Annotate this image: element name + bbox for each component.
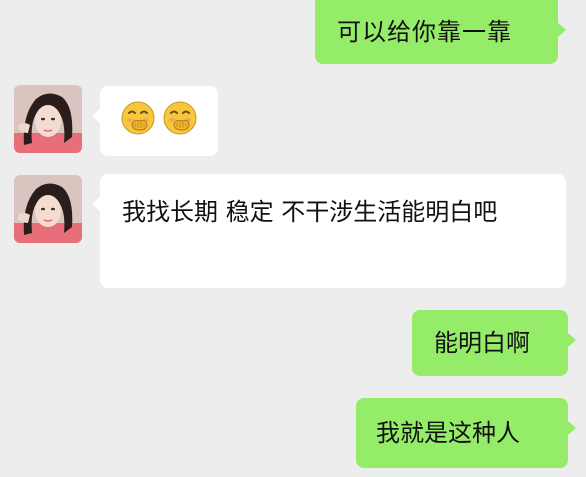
smirk-hand-over-mouth-emoji-icon xyxy=(121,101,155,135)
message-text: 我找长期 稳定 不干涉生活能明白吧 xyxy=(122,198,498,226)
message-bubble-other[interactable]: 我找长期 稳定 不干涉生活能明白吧 xyxy=(92,174,566,288)
chat-area: 可以给你靠一靠 我找长期 稳定 不干涉生活能明白吧 能明白啊 我就是这种人 xyxy=(0,0,586,477)
message-bubble-me[interactable]: 能明白啊 xyxy=(412,310,576,376)
contact-avatar[interactable] xyxy=(14,175,82,243)
message-bubble-other[interactable] xyxy=(92,86,218,156)
message-text: 能明白啊 xyxy=(434,329,530,357)
avatar-photo-icon xyxy=(14,175,82,243)
message-text: 可以给你靠一靠 xyxy=(337,18,512,46)
avatar-photo-icon xyxy=(14,85,82,153)
emoji-row xyxy=(120,100,218,136)
message-bubble-me[interactable]: 可以给你靠一靠 xyxy=(315,0,566,64)
smirk-hand-over-mouth-emoji-icon xyxy=(163,101,197,135)
message-bubble-me[interactable]: 我就是这种人 xyxy=(356,398,576,468)
contact-avatar[interactable] xyxy=(14,85,82,153)
message-text: 我就是这种人 xyxy=(376,419,520,447)
